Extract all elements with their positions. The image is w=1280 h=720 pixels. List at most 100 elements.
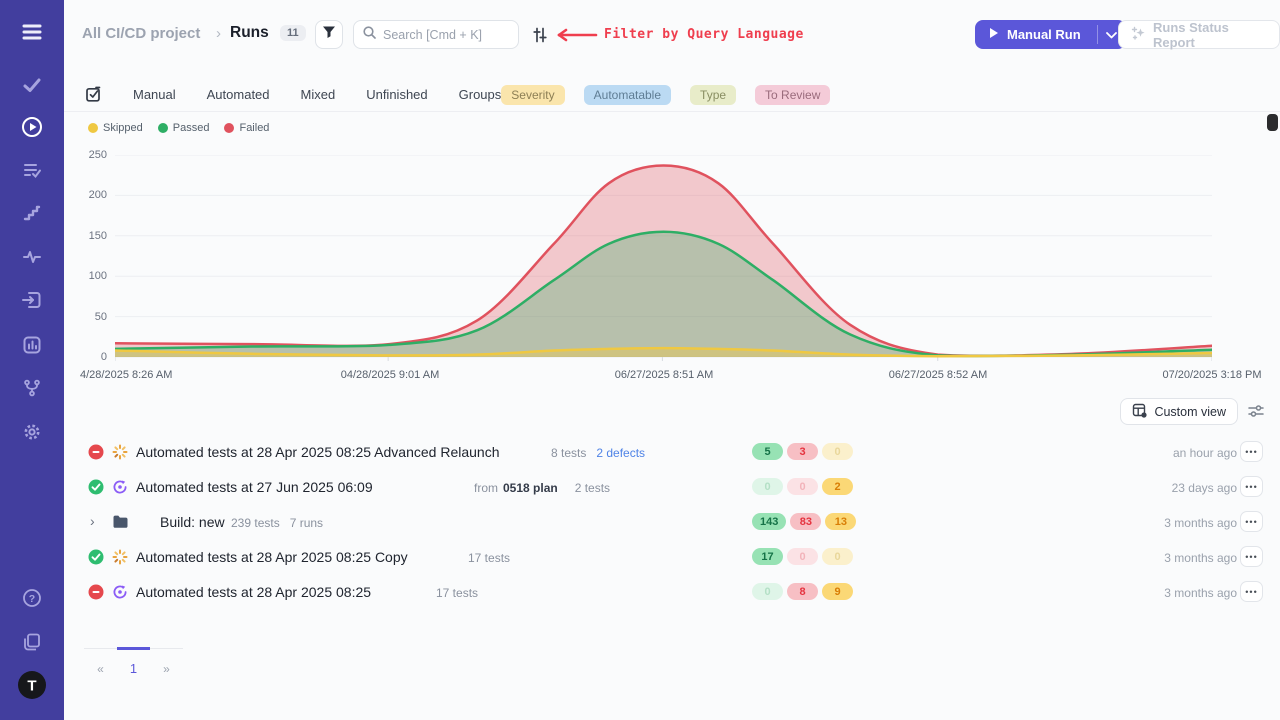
tab-manual[interactable]: Manual	[133, 87, 176, 102]
table-row[interactable]: Automated tests at 27 Jun 2025 06:09 fro…	[64, 470, 1280, 505]
y-tick: 50	[69, 311, 107, 323]
row-menu-button[interactable]: •••	[1240, 546, 1263, 567]
failed-status-icon	[88, 444, 104, 465]
custom-view-label: Custom view	[1154, 405, 1226, 419]
menu-icon[interactable]	[0, 15, 64, 49]
row-menu-button[interactable]: •••	[1240, 476, 1263, 497]
filter-pill-type[interactable]: Type	[690, 85, 736, 105]
tab-automated[interactable]: Automated	[207, 87, 270, 102]
run-title[interactable]: Automated tests at 27 Jun 2025 06:09	[136, 479, 373, 495]
legend-skipped[interactable]: Skipped	[88, 122, 143, 134]
failed-count-badge: 0	[787, 478, 818, 495]
passed-count-badge: 5	[752, 443, 783, 460]
filter-pill-automatable[interactable]: Automatable	[584, 85, 671, 105]
group-title[interactable]: Build: new	[160, 514, 225, 530]
run-defects-link[interactable]: 2 defects	[596, 446, 645, 460]
tab-groups[interactable]: Groups	[459, 87, 502, 102]
filter-pill-severity[interactable]: Severity	[501, 85, 564, 105]
run-tests-count: 17 tests	[436, 586, 478, 600]
annotation-text: Filter by Query Language	[604, 27, 804, 42]
passed-count-badge: 143	[752, 513, 786, 530]
passed-count-badge: 17	[752, 548, 783, 565]
table-row[interactable]: Automated tests at 28 Apr 2025 08:25 Cop…	[64, 540, 1280, 575]
row-menu-button[interactable]: •••	[1240, 441, 1263, 462]
passed-dot	[158, 123, 168, 133]
table-row-group[interactable]: › Build: new 239 tests 7 runs 143 83 13 …	[64, 505, 1280, 540]
traceability-icon[interactable]	[0, 371, 64, 405]
reports-icon[interactable]	[0, 328, 64, 362]
filter-pill-to-review[interactable]: To Review	[755, 85, 830, 105]
area-chart-plot[interactable]	[115, 155, 1212, 363]
group-runs-count: 7 runs	[290, 516, 323, 530]
avatar[interactable]: T	[0, 668, 64, 702]
main-area: All CI/CD project › Runs 11 Filter by Qu…	[64, 0, 1280, 720]
skipped-count-badge: 13	[825, 513, 856, 530]
breadcrumb-root[interactable]: All CI/CD project	[82, 25, 200, 42]
passed-count-badge: 0	[752, 583, 783, 600]
row-menu-button[interactable]: •••	[1240, 511, 1263, 532]
x-tick: 4/28/2025 8:26 AM	[80, 369, 230, 381]
run-title[interactable]: Automated tests at 28 Apr 2025 08:25 Cop…	[136, 549, 408, 565]
run-title[interactable]: Automated tests at 28 Apr 2025 08:25	[136, 584, 371, 600]
x-tick: 04/28/2025 9:01 AM	[320, 369, 460, 381]
runs-status-report-button[interactable]: Runs Status Report	[1118, 20, 1280, 49]
run-plan-name[interactable]: 0518 plan	[503, 481, 558, 495]
y-tick: 200	[69, 189, 107, 201]
failed-count-badge: 0	[787, 548, 818, 565]
settings-gear-icon[interactable]	[0, 415, 64, 449]
skipped-dot	[88, 123, 98, 133]
skipped-count-badge: 9	[822, 583, 853, 600]
x-tick: 07/20/2025 3:18 PM	[1142, 369, 1280, 381]
activity-icon[interactable]	[0, 240, 64, 274]
chevron-right-icon[interactable]: ›	[90, 513, 95, 529]
page-title: Runs	[230, 24, 269, 42]
view-settings-icon[interactable]	[1248, 404, 1264, 423]
runs-icon-active[interactable]	[0, 110, 64, 144]
table-view-icon	[1132, 403, 1147, 421]
manual-run-button[interactable]: Manual Run	[975, 20, 1126, 49]
run-title[interactable]: Automated tests at 28 Apr 2025 08:25 Adv…	[136, 444, 499, 460]
help-icon[interactable]: ?	[0, 581, 64, 615]
pagination-next[interactable]: »	[150, 648, 183, 688]
custom-view-button[interactable]: Custom view	[1120, 398, 1238, 425]
test-cases-icon[interactable]	[0, 68, 64, 102]
search-box[interactable]	[353, 20, 519, 49]
test-plans-icon[interactable]	[0, 153, 64, 187]
query-language-filter-icon[interactable]	[532, 27, 548, 48]
plan-refresh-icon	[112, 479, 128, 500]
chevron-down-icon	[1106, 26, 1117, 44]
run-tests-count: 2 tests	[575, 481, 610, 495]
select-runs-icon[interactable]	[85, 86, 102, 103]
x-tick: 06/27/2025 8:52 AM	[868, 369, 1008, 381]
table-row[interactable]: Automated tests at 28 Apr 2025 08:25 17 …	[64, 575, 1280, 610]
tab-mixed[interactable]: Mixed	[301, 87, 336, 102]
row-menu-button[interactable]: •••	[1240, 581, 1263, 602]
pagination-page-1[interactable]: 1	[117, 647, 150, 687]
search-input[interactable]	[383, 28, 503, 42]
defects-icon[interactable]	[0, 283, 64, 317]
scrollbar-thumb[interactable]	[1267, 114, 1278, 131]
pagination-prev[interactable]: «	[84, 648, 117, 688]
shared-steps-icon[interactable]	[0, 196, 64, 230]
y-tick: 100	[69, 270, 107, 282]
tab-unfinished[interactable]: Unfinished	[366, 87, 427, 102]
legend-failed[interactable]: Failed	[224, 122, 269, 134]
failed-count-badge: 3	[787, 443, 818, 460]
projects-icon[interactable]	[0, 625, 64, 659]
run-tests-count: 8 tests	[551, 446, 586, 460]
skipped-count-badge: 0	[822, 443, 853, 460]
skipped-count-badge: 2	[822, 478, 853, 495]
filter-button[interactable]	[315, 20, 343, 49]
group-tests-count: 239 tests	[231, 516, 280, 530]
table-row[interactable]: Automated tests at 28 Apr 2025 08:25 Adv…	[64, 435, 1280, 470]
passed-status-icon	[88, 549, 104, 570]
manual-run-label: Manual Run	[1007, 27, 1081, 42]
automation-spinner-icon	[112, 444, 128, 465]
legend-passed[interactable]: Passed	[158, 122, 210, 134]
tabs-row: Manual Automated Mixed Unfinished Groups…	[64, 78, 1280, 112]
failed-count-badge: 8	[787, 583, 818, 600]
y-tick: 250	[69, 149, 107, 161]
passed-count-badge: 0	[752, 478, 783, 495]
run-from-label: from	[474, 481, 498, 495]
run-time: 3 months ago	[1164, 551, 1237, 565]
